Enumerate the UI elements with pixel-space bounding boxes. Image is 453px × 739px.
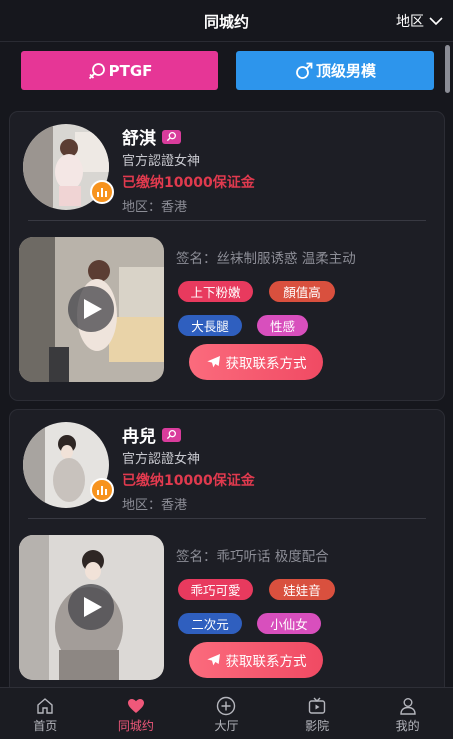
scrollbar[interactable] [445,45,450,93]
divider [28,518,426,519]
region-selector[interactable]: 地区 [396,11,443,31]
male-symbol-icon [296,62,313,79]
top-male-model-button[interactable]: 顶级男模 [236,51,434,90]
live-badge-icon [90,180,114,204]
tab-cinema[interactable]: 影院 [272,688,363,739]
tag-label: 性感 [257,315,308,336]
get-contact-label: 获取联系方式 [225,654,307,670]
female-badge-icon [162,129,181,144]
get-contact-button[interactable]: 获取联系方式 [189,344,323,380]
divider [28,220,426,221]
tv-icon [308,697,326,714]
play-icon[interactable] [68,584,114,630]
tag-label: 上下粉嫩 [178,281,253,302]
profile-name: 舒淇 [122,129,156,149]
airplane-icon [206,356,220,368]
plus-circle-icon [217,696,236,716]
get-contact-label: 获取联系方式 [225,356,307,372]
region-text: 地区：香港 [122,200,188,215]
tab-home[interactable]: 首页 [0,688,91,739]
region-label: 地区 [396,14,424,30]
video-thumbnail[interactable] [19,535,164,680]
tag-label: 乖巧可愛 [178,579,253,600]
female-badge-icon [162,427,181,442]
certification-text: 官方認證女神 [122,452,201,467]
profile-card: 冉兒 官方認證女神 已缴纳10000保证金 地区：香港 签名：乖巧听话 极度配合… [9,409,445,699]
signature-text: 签名：丝袜制服诱惑 温柔主动 [176,251,356,267]
profile-card: 舒淇 官方認證女神 已缴纳10000保证金 地区：香港 签名：丝袜制服诱惑 温柔… [9,111,445,401]
tag-label: 大長腿 [178,315,242,336]
certification-text: 官方認證女神 [122,154,201,169]
top-bar: 同城约 地区 [0,0,453,42]
bottom-tab-bar: 首页 同城约 大厅 影院 我的 [0,687,453,739]
tag-label: 二次元 [178,613,242,634]
top-male-model-label: 顶级男模 [315,62,376,80]
region-text: 地区：香港 [122,498,188,513]
page-title: 同城约 [203,13,249,31]
user-icon [399,698,416,715]
signature-text: 签名：乖巧听话 极度配合 [176,549,329,565]
video-thumbnail[interactable] [19,237,164,382]
home-icon [37,698,53,714]
profile-name: 冉兒 [122,427,156,447]
deposit-text: 已缴纳10000保证金 [122,473,255,489]
tag-label: 小仙女 [257,613,321,634]
tab-profile[interactable]: 我的 [362,688,453,739]
get-contact-button[interactable]: 获取联系方式 [189,642,323,678]
heart-icon [127,699,144,713]
ptgf-button[interactable]: PTGF [21,51,218,90]
live-badge-icon [90,478,114,502]
tag-label: 娃娃音 [269,579,335,600]
play-icon[interactable] [68,286,114,332]
tab-local-dating[interactable]: 同城约 [91,688,182,739]
ptgf-label: PTGF [108,61,153,80]
chevron-down-icon [429,17,443,26]
airplane-icon [206,654,220,666]
tab-lobby[interactable]: 大厅 [181,688,272,739]
female-symbol-icon [88,62,105,79]
deposit-text: 已缴纳10000保证金 [122,175,255,191]
tag-label: 顏值高 [269,281,335,302]
